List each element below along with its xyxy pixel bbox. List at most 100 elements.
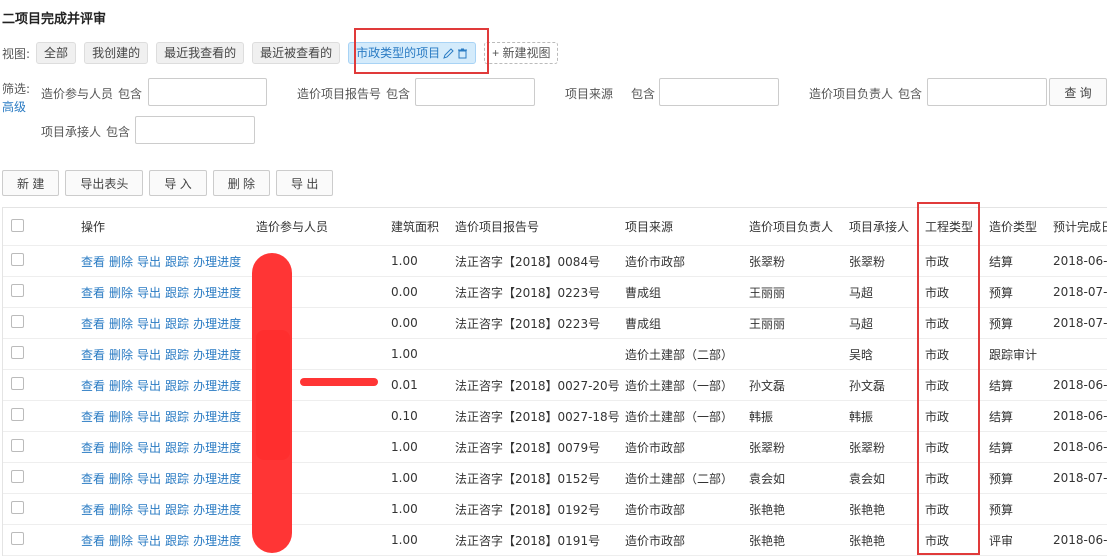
table-row[interactable]: 查看 删除 导出 跟踪 办理进度 0.01 法正咨字【2018】0027-20号 造价土建部（… [3, 370, 1107, 401]
table-row[interactable]: 查看 删除 导出 跟踪 办理进度 0.10 法正咨字【2018】0027-18号 造价土建部（… [3, 401, 1107, 432]
table-row[interactable]: 查看 删除 导出 跟踪 办理进度 1.00 法正咨字【2018】0152号 造价土建部（二部）… [3, 463, 1107, 494]
delete-link[interactable]: 删除 [109, 410, 133, 424]
delete-link[interactable]: 删除 [109, 534, 133, 548]
export-link[interactable]: 导出 [137, 348, 161, 362]
track-link[interactable]: 跟踪 [165, 472, 189, 486]
export-header-button[interactable]: 导出表头 [65, 170, 144, 196]
table-row[interactable]: 查看 删除 导出 跟踪 办理进度 1.00 法正咨字【2018】0084号 造价市政部 张翠粉 张… [3, 246, 1107, 277]
view-recently-viewed[interactable]: 最近被查看的 [252, 42, 341, 64]
delete-link[interactable]: 删除 [109, 379, 133, 393]
table-row[interactable]: 查看 删除 导出 跟踪 办理进度 1.00 造价土建部（二部） 吴晗 市政 跟踪审计 [3, 339, 1107, 370]
track-link[interactable]: 跟踪 [165, 503, 189, 517]
trash-icon[interactable] [457, 48, 468, 59]
col-area[interactable]: 建筑面积 [391, 218, 455, 235]
delete-link[interactable]: 删除 [109, 441, 133, 455]
view-created-by-me[interactable]: 我创建的 [84, 42, 149, 64]
filter-report-input[interactable] [415, 78, 535, 106]
export-link[interactable]: 导出 [137, 534, 161, 548]
view-recently-viewed-by-me[interactable]: 最近我查看的 [156, 42, 245, 64]
col-source[interactable]: 项目来源 [625, 218, 749, 235]
progress-link[interactable]: 办理进度 [193, 410, 241, 424]
progress-link[interactable]: 办理进度 [193, 534, 241, 548]
col-eng-type[interactable]: 工程类型 [925, 218, 989, 235]
view-link[interactable]: 查看 [81, 534, 105, 548]
export-link[interactable]: 导出 [137, 472, 161, 486]
new-button[interactable]: 新 建 [2, 170, 60, 196]
export-link[interactable]: 导出 [137, 441, 161, 455]
export-link[interactable]: 导出 [137, 317, 161, 331]
col-participant[interactable]: 造价参与人员 [256, 218, 391, 235]
export-button[interactable]: 导 出 [276, 170, 334, 196]
delete-link[interactable]: 删除 [109, 255, 133, 269]
filter-lead-input[interactable] [927, 78, 1047, 106]
row-checkbox[interactable] [11, 532, 24, 545]
filter-contractor-input[interactable] [135, 116, 255, 144]
view-link[interactable]: 查看 [81, 317, 105, 331]
progress-link[interactable]: 办理进度 [193, 503, 241, 517]
export-link[interactable]: 导出 [137, 503, 161, 517]
track-link[interactable]: 跟踪 [165, 317, 189, 331]
table-row[interactable]: 查看 删除 导出 跟踪 办理进度 1.00 法正咨字【2018】0192号 造价市政部 张艳艳 张… [3, 494, 1107, 525]
select-all-checkbox[interactable] [11, 218, 24, 232]
table-row[interactable]: 查看 删除 导出 跟踪 办理进度 0.00 法正咨字【2018】0223号 曹成组 王丽丽 马超 市… [3, 308, 1107, 339]
view-all[interactable]: 全部 [36, 42, 77, 64]
export-link[interactable]: 导出 [137, 255, 161, 269]
track-link[interactable]: 跟踪 [165, 441, 189, 455]
query-button[interactable]: 查 询 [1049, 78, 1107, 106]
view-municipal-projects[interactable]: 市政类型的项目 [348, 42, 477, 64]
row-checkbox[interactable] [11, 377, 24, 390]
edit-icon[interactable] [443, 47, 454, 59]
table-row[interactable]: 查看 删除 导出 跟踪 办理进度 0.00 法正咨字【2018】0223号 曹成组 王丽丽 马超 市… [3, 277, 1107, 308]
track-link[interactable]: 跟踪 [165, 255, 189, 269]
progress-link[interactable]: 办理进度 [193, 317, 241, 331]
view-link[interactable]: 查看 [81, 441, 105, 455]
progress-link[interactable]: 办理进度 [193, 286, 241, 300]
table-row[interactable]: 查看 删除 导出 跟踪 办理进度 1.00 法正咨字【2018】0079号 造价市政部 张翠粉 张… [3, 432, 1107, 463]
row-checkbox[interactable] [11, 315, 24, 328]
col-cost-type[interactable]: 造价类型 [989, 218, 1053, 235]
view-link[interactable]: 查看 [81, 255, 105, 269]
row-checkbox[interactable] [11, 501, 24, 514]
col-contractor[interactable]: 项目承接人 [849, 218, 925, 235]
progress-link[interactable]: 办理进度 [193, 255, 241, 269]
filter-source-input[interactable] [659, 78, 779, 106]
track-link[interactable]: 跟踪 [165, 379, 189, 393]
export-link[interactable]: 导出 [137, 286, 161, 300]
progress-link[interactable]: 办理进度 [193, 379, 241, 393]
row-checkbox[interactable] [11, 253, 24, 266]
track-link[interactable]: 跟踪 [165, 286, 189, 300]
view-link[interactable]: 查看 [81, 286, 105, 300]
col-report[interactable]: 造价项目报告号 [455, 218, 625, 235]
delete-button[interactable]: 删 除 [212, 170, 271, 196]
filter-participant-input[interactable] [148, 78, 267, 106]
row-checkbox[interactable] [11, 346, 24, 359]
row-checkbox[interactable] [11, 439, 24, 452]
view-link[interactable]: 查看 [81, 348, 105, 362]
view-link[interactable]: 查看 [81, 410, 105, 424]
delete-link[interactable]: 删除 [109, 348, 133, 362]
row-checkbox[interactable] [11, 470, 24, 483]
table-row[interactable]: 查看 删除 导出 跟踪 办理进度 1.00 法正咨字【2018】0191号 造价市政部 张艳艳 张… [3, 525, 1107, 556]
col-due[interactable]: 预计完成日 [1053, 218, 1107, 235]
export-link[interactable]: 导出 [137, 410, 161, 424]
track-link[interactable]: 跟踪 [165, 410, 189, 424]
advanced-filter-link[interactable]: 高级 [2, 98, 26, 115]
col-lead[interactable]: 造价项目负责人 [749, 218, 849, 235]
view-link[interactable]: 查看 [81, 379, 105, 393]
delete-link[interactable]: 删除 [109, 503, 133, 517]
progress-link[interactable]: 办理进度 [193, 441, 241, 455]
delete-link[interactable]: 删除 [109, 286, 133, 300]
track-link[interactable]: 跟踪 [165, 534, 189, 548]
import-button[interactable]: 导 入 [149, 170, 207, 196]
new-view-button[interactable]: + 新建视图 [484, 42, 559, 64]
export-link[interactable]: 导出 [137, 379, 161, 393]
view-link[interactable]: 查看 [81, 503, 105, 517]
row-checkbox[interactable] [11, 284, 24, 297]
track-link[interactable]: 跟踪 [165, 348, 189, 362]
view-link[interactable]: 查看 [81, 472, 105, 486]
delete-link[interactable]: 删除 [109, 472, 133, 486]
progress-link[interactable]: 办理进度 [193, 472, 241, 486]
delete-link[interactable]: 删除 [109, 317, 133, 331]
progress-link[interactable]: 办理进度 [193, 348, 241, 362]
row-checkbox[interactable] [11, 408, 24, 421]
